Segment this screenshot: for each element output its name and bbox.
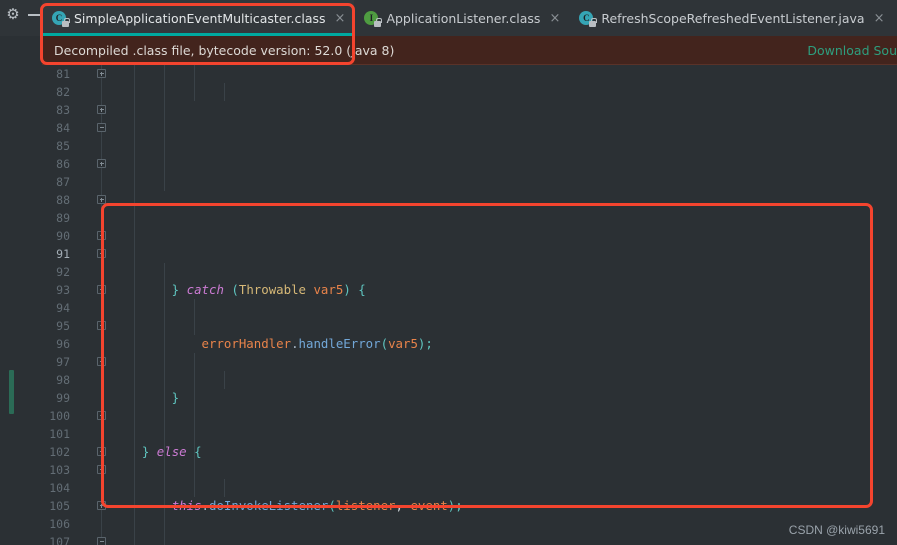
line-number[interactable]: 97 — [30, 353, 92, 371]
line-number[interactable]: 103 — [30, 461, 92, 479]
fold-toggle[interactable] — [97, 447, 106, 456]
line-number[interactable]: 89 — [30, 209, 92, 227]
line-number[interactable]: 93 — [30, 281, 92, 299]
line-number-gutter: 81 82 83 84 85 86 87 88 89 90 91 92 93 9… — [30, 65, 92, 545]
fold-toggle[interactable] — [97, 249, 106, 258]
line-number-current[interactable]: 91 — [30, 245, 92, 263]
fold-toggle[interactable] — [97, 231, 106, 240]
line-number[interactable]: 88 — [30, 191, 92, 209]
code-line[interactable]: } catch (Throwable var5) { — [112, 281, 897, 299]
tab-label: ApplicationListener.class — [386, 10, 541, 26]
line-number[interactable]: 100 — [30, 407, 92, 425]
vcs-change-marker — [9, 370, 14, 414]
line-number[interactable]: 84 — [30, 119, 92, 137]
line-number[interactable]: 87 — [30, 173, 92, 191]
download-sources-link[interactable]: Download Sou — [807, 43, 897, 58]
fold-toggle[interactable] — [97, 69, 106, 78]
line-number[interactable]: 90 — [30, 227, 92, 245]
line-number[interactable]: 85 — [30, 137, 92, 155]
tab-label: RefreshScopeRefreshedEventListener.java — [601, 10, 865, 26]
tab-close-icon[interactable]: × — [335, 12, 346, 25]
fold-toggle[interactable] — [97, 537, 106, 545]
gear-icon[interactable]: ⚙ — [4, 5, 22, 23]
tab-cac[interactable]: C Cac — [893, 0, 897, 36]
tab-close-icon[interactable]: × — [874, 12, 885, 25]
tab-application-listener[interactable]: I ApplicationListener.class × — [354, 0, 569, 36]
line-number[interactable]: 95 — [30, 317, 92, 335]
line-number[interactable]: 98 — [30, 371, 92, 389]
code-line[interactable]: } — [112, 389, 897, 407]
decompiled-notification-banner: Decompiled .class file, bytecode version… — [42, 36, 897, 65]
code-line[interactable]: errorHandler.handleError(var5); — [112, 335, 897, 353]
fold-toggle[interactable] — [97, 357, 106, 366]
editor-tab-bar: C SimpleApplicationEventMulticaster.clas… — [42, 0, 897, 36]
fold-toggle[interactable] — [97, 501, 106, 510]
fold-toggle[interactable] — [97, 159, 106, 168]
fold-toggle[interactable] — [97, 195, 106, 204]
fold-toggle[interactable] — [97, 123, 106, 132]
code-line[interactable]: } else { — [112, 443, 897, 461]
fold-toggle[interactable] — [97, 321, 106, 330]
tab-close-icon[interactable]: × — [549, 12, 560, 25]
line-number[interactable]: 104 — [30, 479, 92, 497]
fold-toggle[interactable] — [97, 105, 106, 114]
tab-label: SimpleApplicationEventMulticaster.class — [74, 10, 326, 26]
line-number[interactable]: 101 — [30, 425, 92, 443]
tab-refresh-scope-refreshed-event-listener[interactable]: C RefreshScopeRefreshedEventListener.jav… — [569, 0, 893, 36]
ide-window: ⚙ C SimpleApplicationEventMulticaster.cl… — [0, 0, 897, 545]
java-class-icon: C — [52, 10, 70, 27]
line-number[interactable]: 102 — [30, 443, 92, 461]
code-folding-column — [92, 65, 112, 545]
java-class-icon: C — [579, 10, 597, 27]
watermark: CSDN @kiwi5691 — [788, 523, 885, 537]
java-interface-icon: I — [364, 10, 382, 27]
line-number[interactable]: 94 — [30, 299, 92, 317]
line-number[interactable]: 96 — [30, 335, 92, 353]
line-number[interactable]: 92 — [30, 263, 92, 281]
fold-toggle[interactable] — [97, 285, 106, 294]
line-number[interactable]: 86 — [30, 155, 92, 173]
vcs-marker-strip — [0, 65, 30, 545]
line-number[interactable]: 107 — [30, 533, 92, 545]
line-number[interactable]: 81 — [30, 65, 92, 83]
code-line[interactable]: this.doInvokeListener(listener, event); — [112, 497, 897, 515]
fold-toggle[interactable] — [97, 411, 106, 420]
line-number[interactable]: 99 — [30, 389, 92, 407]
line-number[interactable]: 105 — [30, 497, 92, 515]
code-editor: 81 82 83 84 85 86 87 88 89 90 91 92 93 9… — [0, 65, 897, 545]
tab-simple-application-event-multicaster[interactable]: C SimpleApplicationEventMulticaster.clas… — [42, 0, 355, 36]
code-content[interactable]: } catch (Throwable var5) { errorHandler.… — [112, 65, 897, 545]
line-number[interactable]: 82 — [30, 83, 92, 101]
banner-message: Decompiled .class file, bytecode version… — [54, 42, 395, 58]
line-number[interactable]: 106 — [30, 515, 92, 533]
fold-toggle[interactable] — [97, 465, 106, 474]
line-number[interactable]: 83 — [30, 101, 92, 119]
